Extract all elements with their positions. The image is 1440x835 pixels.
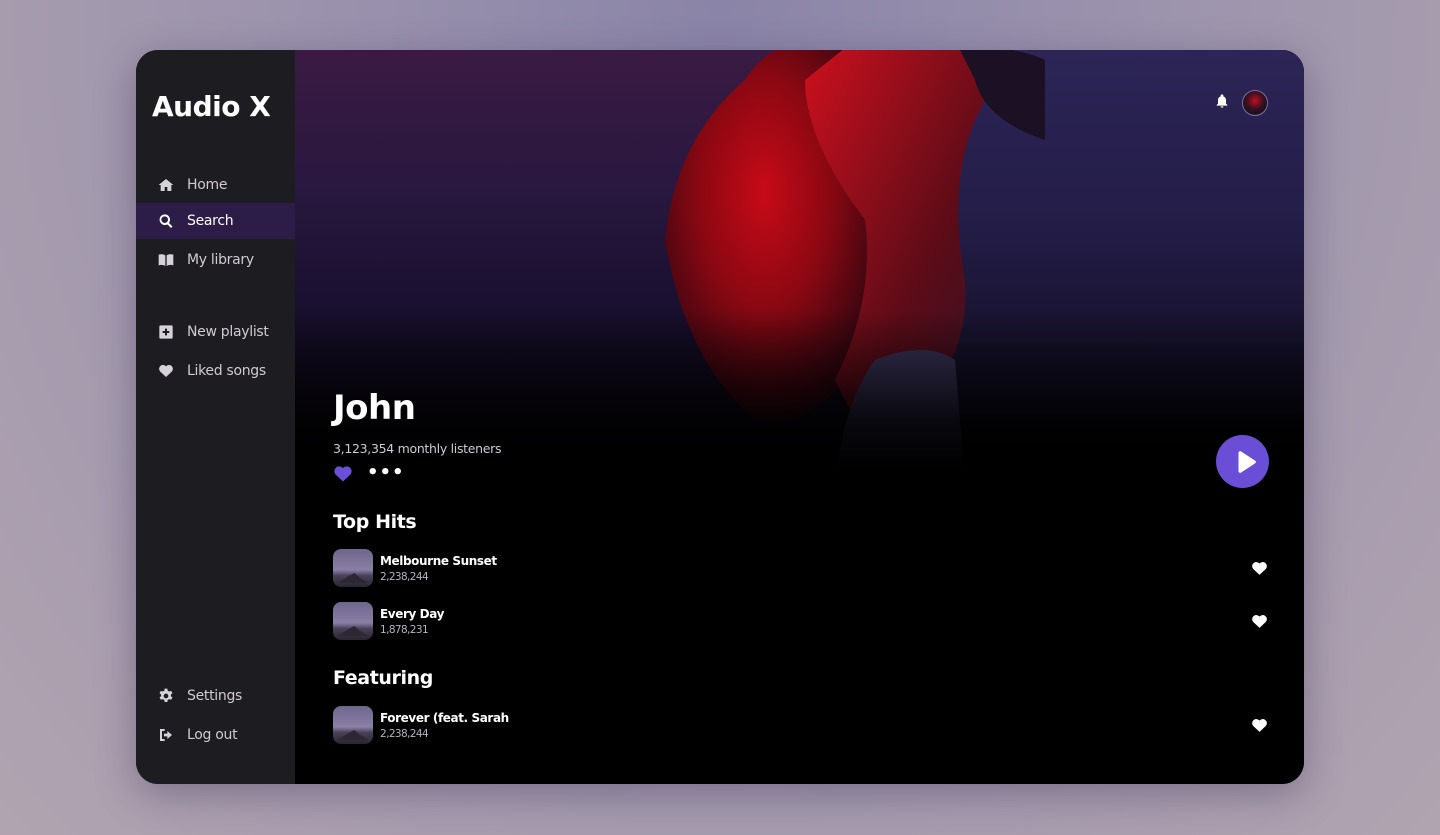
user-avatar[interactable]: [1242, 90, 1268, 116]
artist-hero-image: [295, 50, 1304, 470]
home-icon: [157, 176, 175, 194]
track-plays: 1,878,231: [380, 623, 429, 636]
heart-icon[interactable]: [1249, 715, 1269, 735]
app-window: Audio X Home Search My library New playl…: [136, 50, 1304, 784]
sidebar-item-search[interactable]: Search: [136, 203, 295, 239]
app-logo: Audio X: [152, 90, 271, 123]
sidebar-item-label: New playlist: [187, 324, 269, 340]
heart-icon[interactable]: [1249, 611, 1269, 631]
sidebar-item-label: Settings: [187, 688, 243, 704]
artist-actions: •••: [333, 464, 405, 488]
track-row[interactable]: Melbourne Sunset 2,238,244: [333, 548, 1269, 588]
heart-icon[interactable]: [1249, 558, 1269, 578]
sidebar: Audio X Home Search My library New playl…: [136, 50, 295, 784]
sidebar-item-label: Search: [187, 213, 234, 229]
sidebar-item-label: Home: [187, 177, 228, 193]
gear-icon: [157, 687, 175, 705]
more-options-button[interactable]: •••: [367, 464, 405, 482]
track-plays: 2,238,244: [380, 570, 429, 583]
track-title: Forever (feat. Sarah: [380, 710, 509, 725]
track-row[interactable]: Every Day 1,878,231: [333, 601, 1269, 641]
play-icon: [1237, 450, 1256, 473]
section-title-featuring: Featuring: [333, 667, 433, 689]
logout-icon: [157, 726, 175, 744]
follow-heart-icon[interactable]: [333, 464, 353, 488]
track-row[interactable]: Forever (feat. Sarah 2,238,244: [333, 705, 1269, 745]
track-artwork: [333, 549, 373, 587]
track-title: Melbourne Sunset: [380, 553, 497, 568]
play-button[interactable]: [1216, 435, 1269, 488]
track-artwork: [333, 602, 373, 640]
search-icon: [157, 212, 175, 230]
sidebar-item-my-library[interactable]: My library: [136, 242, 295, 278]
section-title-top-hits: Top Hits: [333, 511, 417, 533]
sidebar-item-log-out[interactable]: Log out: [136, 717, 295, 753]
track-plays: 2,238,244: [380, 727, 429, 740]
monthly-listeners: 3,123,354 monthly listeners: [333, 441, 502, 456]
sidebar-item-label: Log out: [187, 727, 238, 743]
book-icon: [157, 251, 175, 269]
sidebar-item-home[interactable]: Home: [136, 167, 295, 203]
plus-square-icon: [157, 323, 175, 341]
sidebar-item-liked-songs[interactable]: Liked songs: [136, 353, 295, 389]
sidebar-item-new-playlist[interactable]: New playlist: [136, 314, 295, 350]
heart-icon: [157, 362, 175, 380]
main-content: John 3,123,354 monthly listeners ••• Top…: [295, 50, 1304, 784]
sidebar-item-label: Liked songs: [187, 363, 266, 379]
artist-name: John: [333, 388, 416, 428]
bell-icon[interactable]: [1214, 93, 1230, 113]
sidebar-item-label: My library: [187, 252, 254, 268]
track-artwork: [333, 706, 373, 744]
topbar: [1214, 90, 1268, 116]
track-title: Every Day: [380, 606, 444, 621]
sidebar-item-settings[interactable]: Settings: [136, 678, 295, 714]
